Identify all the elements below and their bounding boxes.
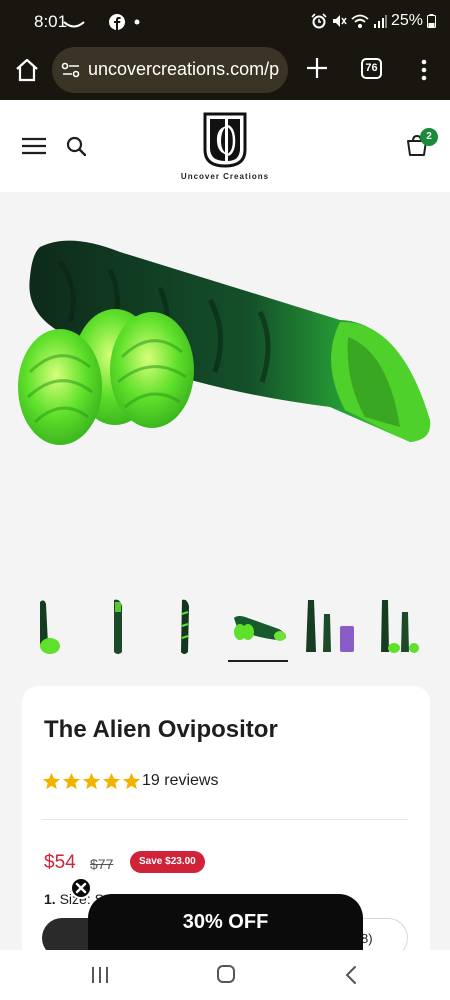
mute-icon (332, 15, 347, 27)
gallery-thumbnail[interactable] (300, 594, 360, 660)
url-text[interactable]: uncovercreations.com/p (88, 59, 279, 80)
search-icon[interactable] (66, 136, 86, 156)
thumbnail-image (381, 600, 419, 653)
status-bar: 8:01 25% (0, 0, 450, 44)
size-label-number: 1. (44, 891, 56, 907)
recent-apps-icon[interactable] (90, 966, 110, 984)
gallery-thumbnail-active[interactable] (228, 594, 288, 662)
site-header: Uncover Creations (0, 100, 450, 192)
more-options-icon[interactable] (418, 58, 430, 82)
wifi-icon (351, 14, 369, 28)
reviews-link[interactable]: 19 reviews (142, 772, 218, 790)
star-icon (82, 772, 101, 790)
gallery-thumbnail[interactable] (22, 594, 82, 660)
gallery-thumbnails (0, 594, 450, 666)
star-icon (102, 772, 121, 790)
thumbnail-image (114, 599, 122, 654)
thumbnail-image (181, 599, 189, 654)
system-nav-bar (0, 950, 450, 1000)
facebook-icon (109, 14, 125, 30)
menu-icon[interactable] (22, 137, 46, 155)
battery-icon (427, 14, 436, 28)
product-title: The Alien Ovipositor (44, 716, 278, 743)
thumbnail-image (306, 600, 354, 652)
gallery-thumbnail[interactable] (88, 594, 148, 660)
brand-name: Uncover Creations (180, 172, 270, 181)
browser-toolbar: uncovercreations.com/p 76 (0, 44, 450, 100)
save-badge: Save $23.00 (130, 851, 205, 873)
star-icon (42, 772, 61, 790)
cart-count-badge: 2 (420, 128, 438, 146)
product-photo (18, 240, 431, 445)
divider (42, 819, 408, 820)
close-popup-button[interactable] (70, 877, 92, 899)
alarm-icon (311, 13, 327, 29)
discount-popup-button[interactable]: 30% OFF (88, 894, 363, 954)
home-icon[interactable] (14, 57, 40, 83)
site-settings-icon[interactable] (60, 59, 82, 81)
thumbnail-image (234, 616, 286, 641)
signal-icon (373, 15, 387, 28)
close-icon (75, 882, 87, 894)
sale-price: $54 (44, 852, 76, 873)
new-tab-icon[interactable] (304, 55, 330, 81)
home-icon[interactable] (216, 964, 236, 984)
star-rating[interactable] (42, 772, 141, 791)
gallery-thumbnail[interactable] (154, 594, 214, 660)
address-bar[interactable]: uncovercreations.com/p (52, 47, 288, 93)
star-icon (62, 772, 81, 790)
gallery-thumbnail[interactable] (372, 594, 432, 660)
compare-at-price: $77 (90, 856, 114, 872)
missed-call-icon (63, 21, 85, 28)
back-icon[interactable] (344, 965, 358, 985)
thumbnail-image (40, 600, 60, 654)
star-icon (122, 772, 141, 790)
tab-switcher-button[interactable]: 76 (361, 58, 382, 79)
dot-icon (134, 19, 140, 25)
brand-logo[interactable] (203, 112, 247, 168)
battery-percent: 25% (390, 12, 423, 29)
product-main-image[interactable] (0, 192, 450, 592)
